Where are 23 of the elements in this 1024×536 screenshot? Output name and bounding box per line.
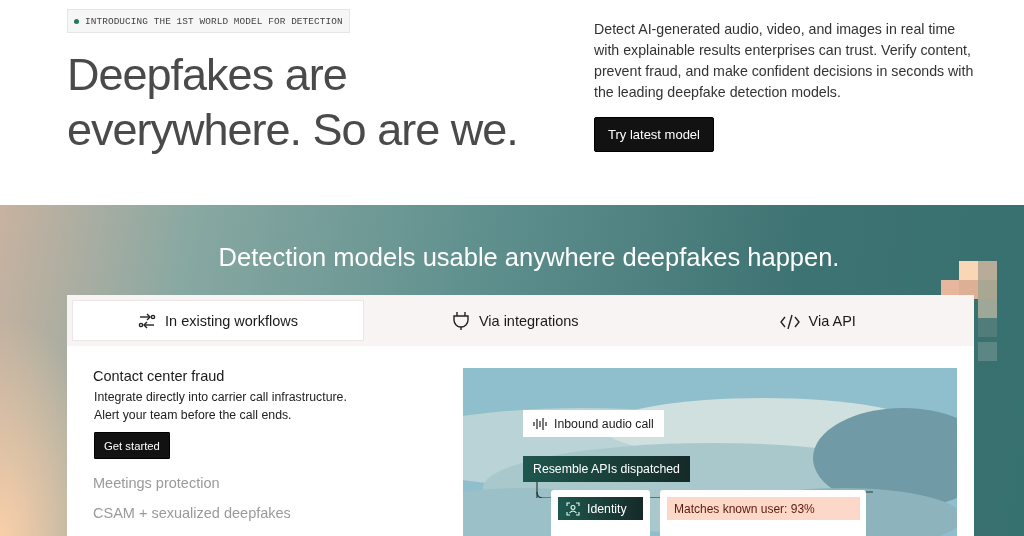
plug-icon: [451, 310, 470, 331]
headline-line: Deepfakes are: [67, 48, 347, 102]
section-heading: Detection models usable anywhere deepfakes happen.: [217, 243, 841, 272]
dispatch-node: Resemble APIs dispatched: [523, 456, 690, 482]
use-case-description: Alert your team before the call ends.: [93, 407, 292, 424]
tab[interactable]: In existing workflows: [72, 300, 364, 341]
use-case-description: Integrate directly into carrier call infrastructure.: [93, 389, 347, 406]
audio-call-node: Inbound audio call: [523, 410, 664, 437]
tab[interactable]: Via API: [666, 300, 969, 341]
hero-description: Detect AI-generated audio, video, and images in real time with explainable results enterprises can trust. Verify content, prevent fraud, and make confident decisions in seconds with the leading deepfake detection models.: [594, 20, 975, 102]
match-result: Matches known user: 93%: [667, 497, 860, 520]
face-scan-icon: [566, 501, 580, 516]
tab[interactable]: Via integrations: [364, 300, 667, 341]
tag-text: INTRODUCING THE 1ST WORLD MODEL FOR DETECTION: [85, 15, 343, 27]
identity-node: Identity: [558, 497, 643, 520]
sliders-icon: [138, 312, 156, 329]
headline-line: everywhere. So are we.: [67, 103, 518, 157]
use-case-item[interactable]: Contact center fraud: [93, 368, 225, 384]
get-started-button[interactable]: Get started: [94, 432, 170, 459]
waveform-icon: [533, 416, 547, 431]
code-icon: [779, 312, 800, 329]
status-dot-icon: [74, 18, 79, 24]
try-model-button[interactable]: Try latest model: [594, 117, 714, 152]
